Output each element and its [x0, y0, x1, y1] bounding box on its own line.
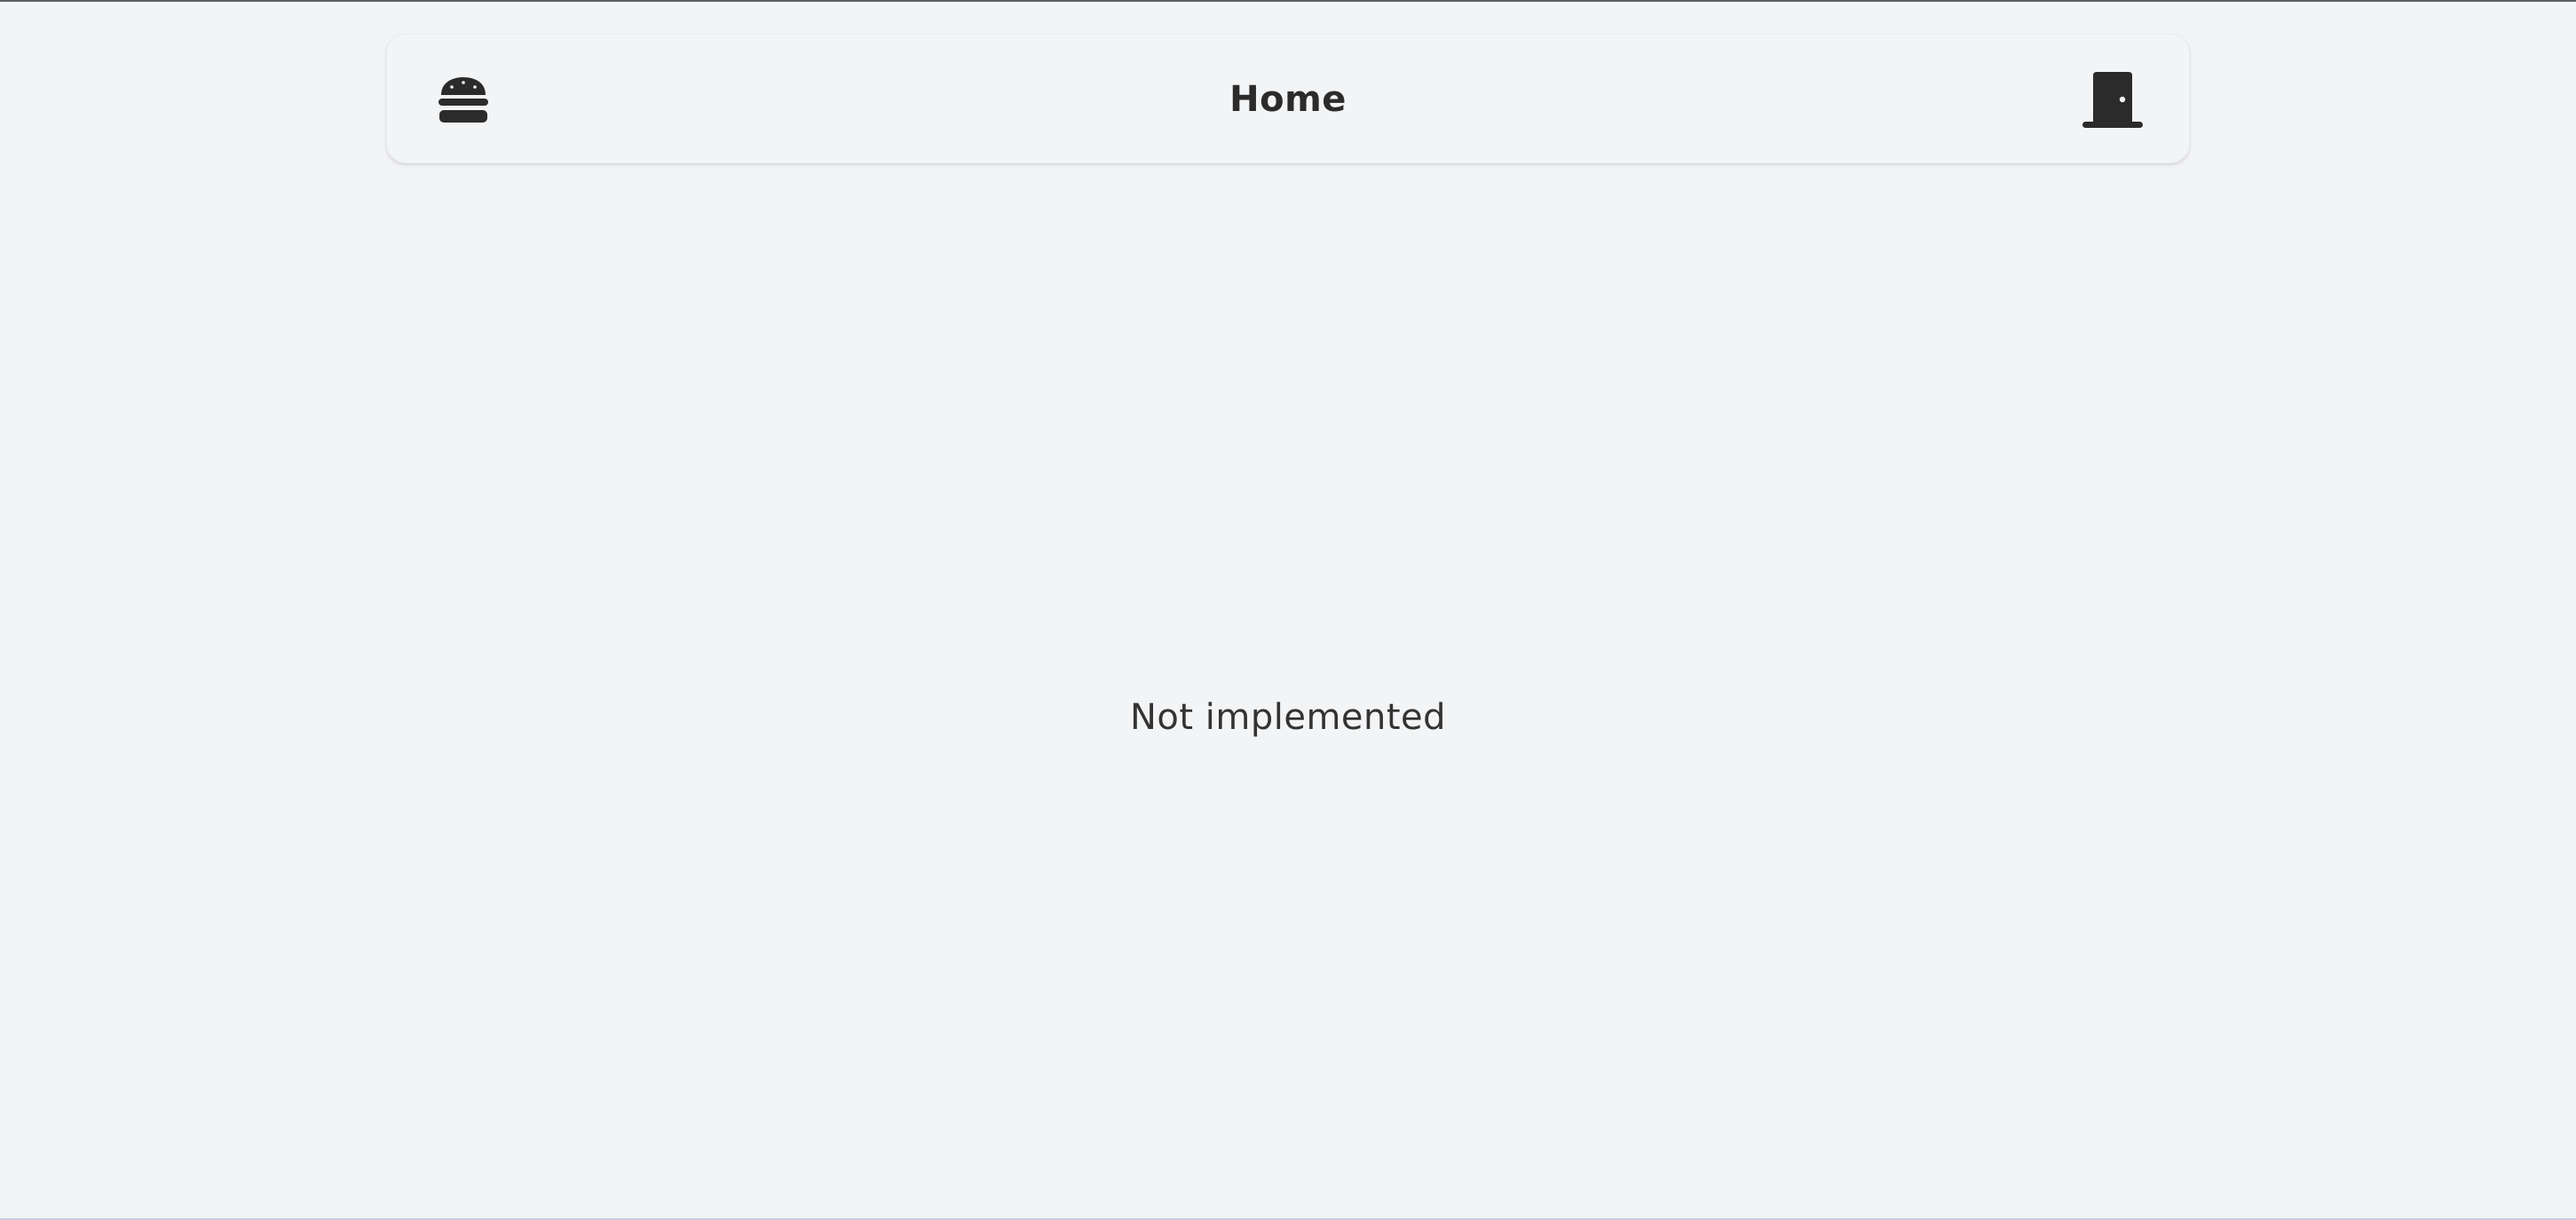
page-title: Home [1229, 79, 1347, 120]
app-viewport: Home Not implemented [0, 0, 2576, 1220]
top-navbar: Home [386, 34, 2190, 163]
main-content: Not implemented [0, 163, 2576, 1218]
door-exit-icon [2082, 72, 2143, 128]
exit-button[interactable] [2078, 65, 2147, 134]
not-implemented-message: Not implemented [1129, 697, 1447, 738]
